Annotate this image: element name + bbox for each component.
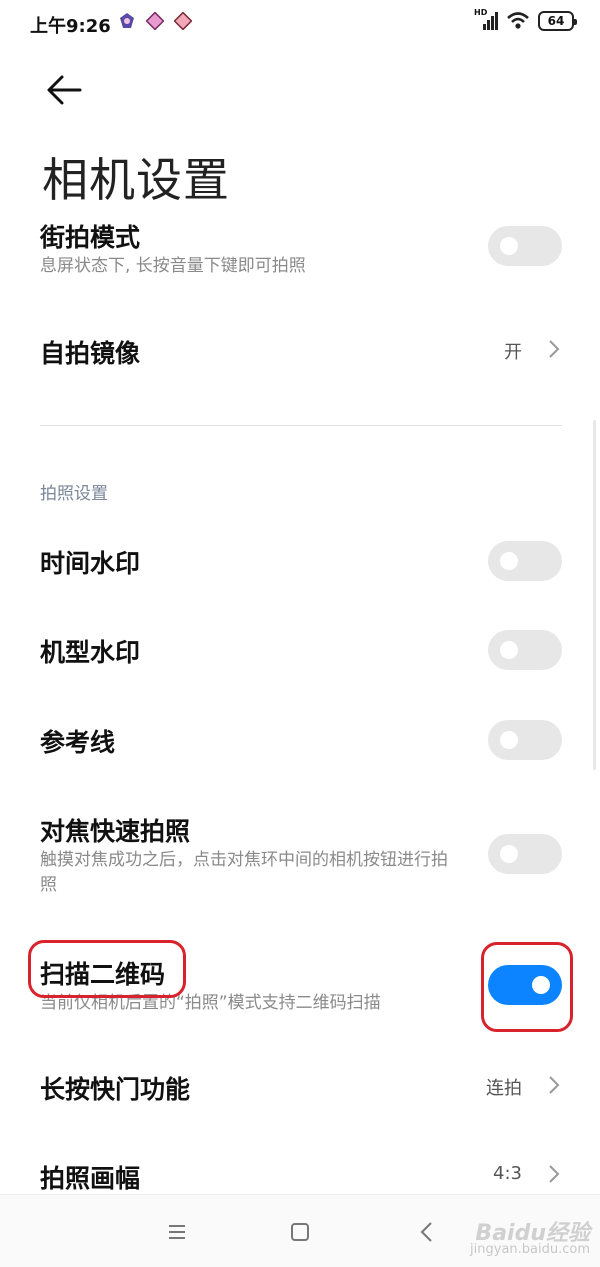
setting-value: 连拍 [486, 1078, 522, 1099]
signal-icon: HD [474, 8, 498, 31]
scrollbar[interactable] [593, 420, 596, 770]
chevron-right-icon [549, 340, 560, 358]
status-time: 上午9:26 [30, 16, 111, 37]
setting-title: 参考线 [40, 728, 116, 757]
setting-long-press-shutter[interactable]: 长按快门功能 连拍 [40, 1066, 562, 1106]
status-right: HD 64 [474, 8, 577, 31]
setting-grid-lines[interactable]: 参考线 [40, 719, 562, 761]
setting-model-watermark[interactable]: 机型水印 [40, 629, 562, 671]
menu-icon[interactable] [162, 1217, 192, 1247]
setting-title: 对焦快速拍照 [40, 817, 191, 846]
toggle-knob [500, 552, 518, 570]
setting-selfie-mirror[interactable]: 自拍镜像 开 [40, 330, 562, 370]
setting-time-watermark[interactable]: 时间水印 [40, 540, 562, 582]
setting-title: 街拍模式 [40, 223, 141, 252]
wifi-icon [507, 12, 529, 29]
home-icon[interactable] [285, 1217, 315, 1247]
app-icon [120, 13, 134, 28]
setting-value: 开 [504, 342, 522, 363]
battery-icon: 64 [538, 11, 577, 31]
model-watermark-toggle[interactable] [488, 630, 562, 670]
setting-street-mode[interactable]: 街拍模式 息屏状态下, 长按音量下键即可拍照 [40, 218, 562, 278]
toggle-knob [500, 731, 518, 749]
chevron-right-icon [549, 1076, 560, 1094]
setting-title: 长按快门功能 [40, 1075, 191, 1104]
setting-value: 4:3 [493, 1163, 522, 1184]
toggle-knob [500, 641, 518, 659]
page-title: 相机设置 [42, 153, 230, 207]
watermark: Baidu经验 jingyan.baidu.com [470, 1221, 590, 1258]
setting-description: 触摸对焦成功之后，点击对焦环中间的相机按钮进行拍照 [40, 850, 448, 895]
app-icon [146, 12, 164, 30]
setting-focus-shoot[interactable]: 对焦快速拍照 触摸对焦成功之后，点击对焦环中间的相机按钮进行拍照 [40, 812, 562, 902]
battery-level: 64 [547, 14, 565, 28]
chevron-right-icon [549, 1165, 560, 1183]
setting-title: 机型水印 [40, 638, 141, 667]
setting-aspect-ratio[interactable]: 拍照画幅 4:3 [40, 1155, 562, 1195]
setting-title: 拍照画幅 [40, 1164, 141, 1193]
setting-title: 时间水印 [40, 549, 141, 578]
watermark-url: jingyan.baidu.com [470, 1242, 590, 1257]
status-bar: 上午9:26 HD 64 [0, 0, 600, 48]
toggle-knob [500, 845, 518, 863]
watermark-brand: Baidu经验 [475, 1221, 590, 1246]
back-arrow-icon[interactable] [44, 72, 84, 108]
section-divider [40, 425, 562, 426]
app-icon [174, 12, 192, 30]
street-mode-toggle[interactable] [488, 226, 562, 266]
annotation-highlight-title [28, 940, 186, 998]
toggle-knob [500, 237, 518, 255]
annotation-highlight-toggle [481, 942, 573, 1032]
setting-description: 息屏状态下, 长按音量下键即可拍照 [40, 256, 306, 276]
setting-title: 自拍镜像 [40, 339, 141, 368]
focus-shoot-toggle[interactable] [488, 834, 562, 874]
section-title: 拍照设置 [40, 484, 108, 504]
back-icon[interactable] [412, 1217, 442, 1247]
grid-lines-toggle[interactable] [488, 720, 562, 760]
time-watermark-toggle[interactable] [488, 541, 562, 581]
